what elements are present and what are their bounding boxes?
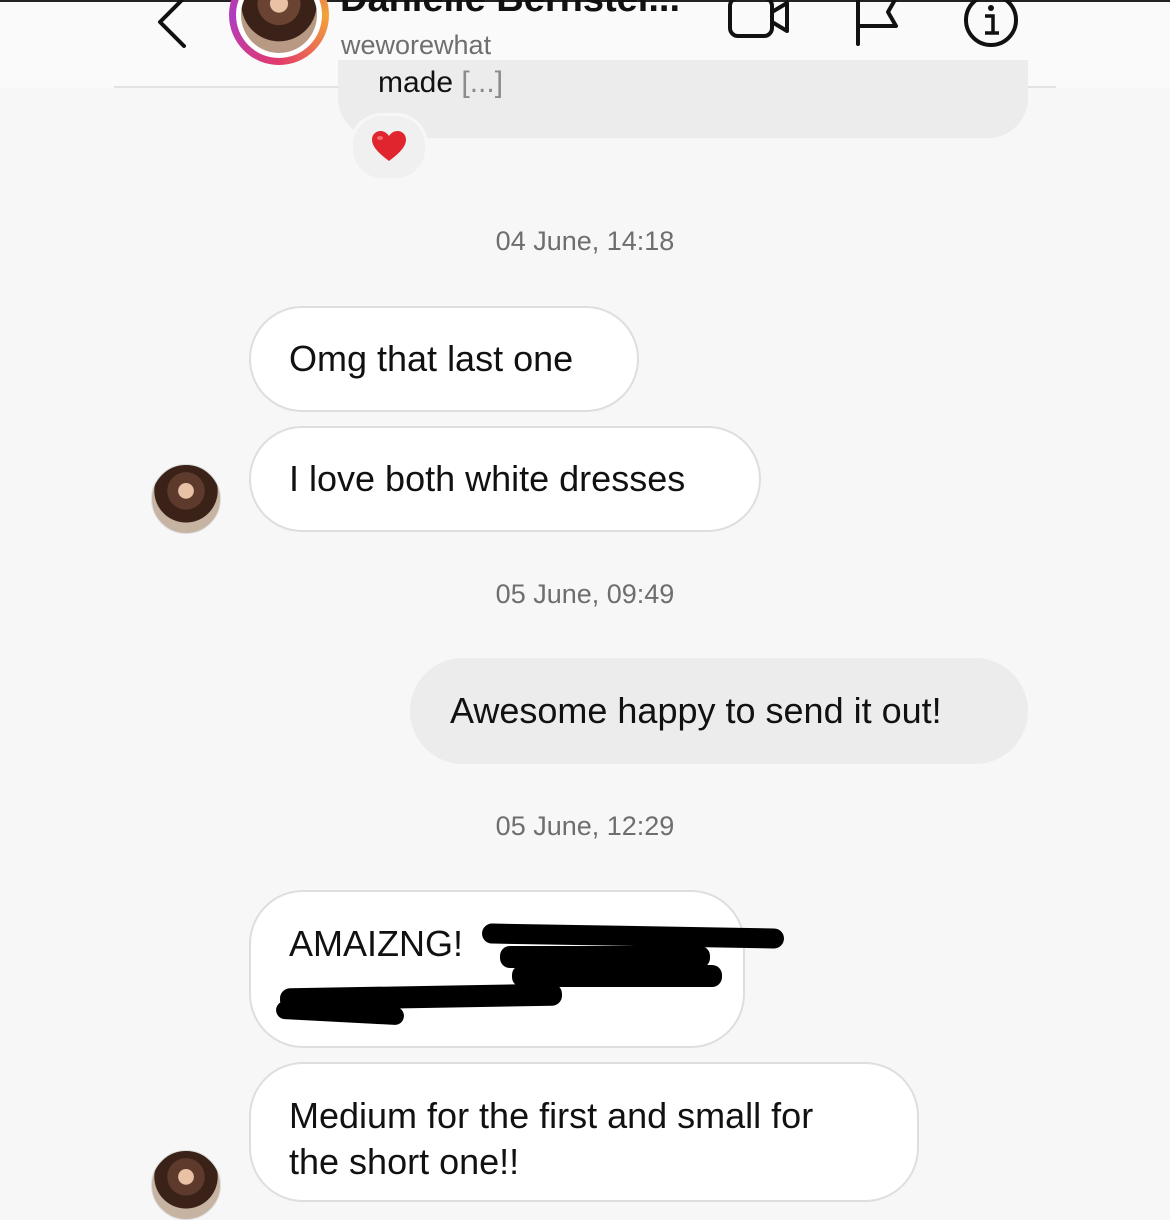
heart-icon — [372, 131, 406, 161]
message-bubble-incoming[interactable]: Omg that last one — [249, 306, 639, 412]
video-call-button[interactable] — [727, 0, 793, 46]
message-text: Omg that last one — [289, 338, 574, 379]
message-text-line: Medium for the first and small for — [289, 1095, 814, 1136]
message-bubble-incoming[interactable]: I love both white dresses — [249, 426, 761, 532]
message-bubble-incoming[interactable]: Medium for the first and small for the s… — [249, 1062, 919, 1202]
message-text: AMAIZNG! — [289, 923, 464, 964]
flag-button[interactable] — [850, 0, 906, 46]
previous-message-text: made [...] — [378, 66, 503, 100]
flag-icon — [856, 0, 898, 46]
info-button[interactable] — [963, 0, 1019, 48]
back-button[interactable] — [148, 0, 196, 52]
message-text: Awesome happy to send it out! — [450, 690, 942, 731]
info-icon — [964, 0, 1018, 47]
message-text-line: the short one!! — [289, 1141, 520, 1182]
timestamp: 05 June, 12:29 — [495, 811, 675, 841]
sender-avatar[interactable] — [151, 464, 221, 534]
previous-message-fragment: made — [378, 66, 454, 99]
heart-reaction[interactable] — [350, 113, 428, 181]
timestamp: 04 June, 14:18 — [495, 226, 675, 256]
previous-message-ellipsis: [...] — [461, 66, 504, 99]
timestamp: 05 June, 09:49 — [495, 579, 675, 609]
chevron-left-icon — [158, 0, 186, 48]
contact-display-name[interactable]: Danielle Bernstei... — [340, 0, 680, 21]
contact-username[interactable]: weworewhat — [341, 30, 491, 61]
message-bubble-outgoing[interactable]: Awesome happy to send it out! — [410, 658, 1028, 764]
sender-avatar[interactable] — [151, 1150, 221, 1220]
message-text: I love both white dresses — [289, 458, 686, 499]
video-call-icon — [728, 0, 789, 38]
